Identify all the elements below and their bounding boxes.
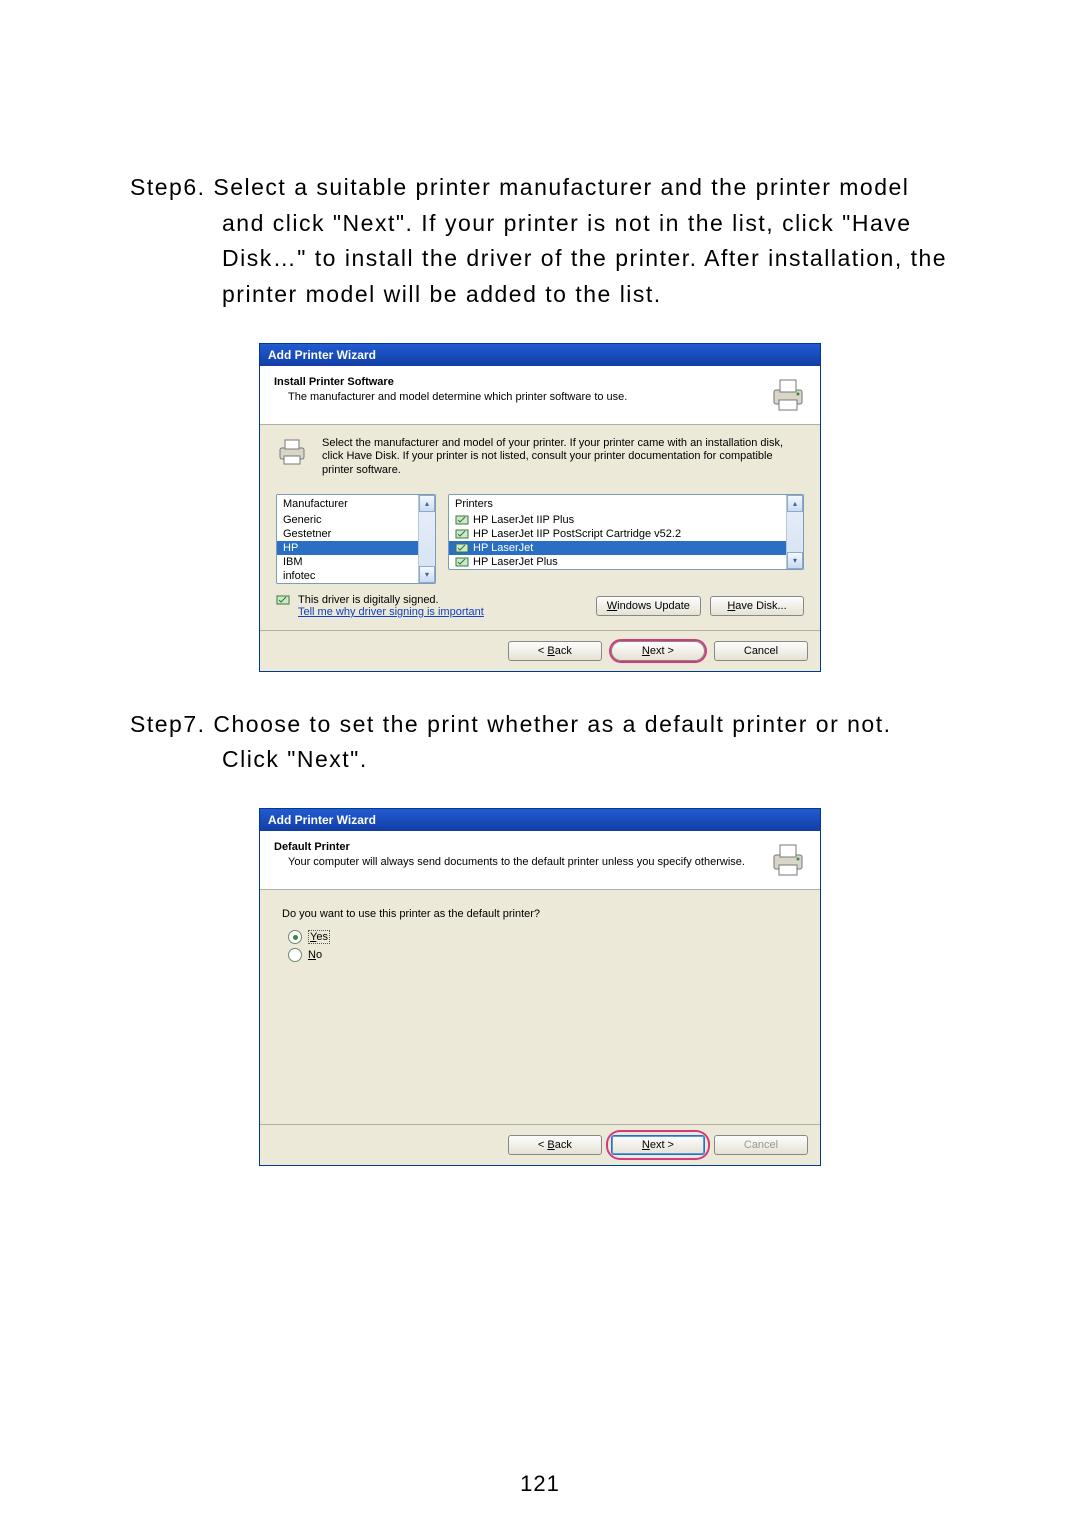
step7-text: Choose to set the print whether as a def…	[213, 711, 891, 773]
printer-icon	[768, 841, 808, 879]
scroll-up-icon[interactable]: ▴	[419, 495, 435, 512]
back-button[interactable]: < Back	[508, 1135, 602, 1155]
manufacturer-item[interactable]: IBM	[277, 555, 435, 569]
back-button[interactable]: < Back	[508, 641, 602, 661]
driver-signing-link[interactable]: Tell me why driver signing is important	[298, 606, 484, 618]
driver-icon	[455, 528, 469, 540]
scroll-up-icon[interactable]: ▴	[787, 495, 803, 512]
manufacturer-item[interactable]: Generic	[277, 513, 435, 527]
signed-icon	[276, 594, 290, 606]
wizard2-titlebar: Add Printer Wizard	[260, 809, 820, 831]
have-disk-button[interactable]: Have Disk...	[710, 596, 804, 616]
radio-icon	[288, 930, 302, 944]
manufacturer-item[interactable]: infotec	[277, 569, 435, 583]
manufacturer-listbox[interactable]: Manufacturer Generic Gestetner HP IBM in…	[276, 494, 436, 584]
scroll-down-icon[interactable]: ▾	[787, 552, 803, 569]
manufacturer-item[interactable]: Gestetner	[277, 527, 435, 541]
step7-instruction: Step7. Choose to set the print whether a…	[130, 707, 950, 778]
step6-text: Select a suitable printer manufacturer a…	[213, 174, 947, 307]
driver-signed-text: This driver is digitally signed.	[298, 594, 484, 606]
scrollbar[interactable]: ▴ ▾	[786, 495, 803, 569]
page-number: 121	[0, 1471, 1080, 1497]
radio-icon	[288, 948, 302, 962]
step6-instruction: Step6. Select a suitable printer manufac…	[130, 170, 950, 313]
scrollbar[interactable]: ▴ ▾	[418, 495, 435, 583]
printer-item[interactable]: HP LaserJet IIP Plus	[449, 513, 803, 527]
wizard-install-software: Add Printer Wizard Install Printer Softw…	[259, 343, 821, 672]
wizard1-message: Select the manufacturer and model of you…	[322, 437, 804, 478]
scroll-down-icon[interactable]: ▾	[419, 566, 435, 583]
manufacturer-item-selected[interactable]: HP	[277, 541, 435, 555]
wizard-default-printer: Add Printer Wizard Default Printer Your …	[259, 808, 821, 1166]
wizard1-titlebar: Add Printer Wizard	[260, 344, 820, 366]
printer-item[interactable]: HP LaserJet IIP PostScript Cartridge v52…	[449, 527, 803, 541]
printers-items: HP LaserJet IIP Plus HP LaserJet IIP Pos…	[449, 513, 803, 569]
radio-yes[interactable]: Yes	[288, 930, 804, 944]
manufacturer-header: Manufacturer	[277, 495, 435, 513]
next-button[interactable]: Next >	[611, 1135, 705, 1155]
cancel-button[interactable]: Cancel	[714, 1135, 808, 1155]
driver-icon	[455, 514, 469, 526]
printer-item-selected[interactable]: HP LaserJet	[449, 541, 803, 555]
radio-no[interactable]: No	[288, 948, 804, 962]
step7-label: Step7.	[130, 711, 206, 737]
step6-label: Step6.	[130, 174, 206, 200]
driver-icon	[455, 556, 469, 568]
wizard1-header-title: Install Printer Software	[274, 376, 758, 388]
wizard1-header: Install Printer Software The manufacture…	[260, 366, 820, 425]
next-button[interactable]: Next >	[611, 641, 705, 661]
cancel-button[interactable]: Cancel	[714, 641, 808, 661]
default-question: Do you want to use this printer as the d…	[282, 908, 804, 920]
wizard2-header-title: Default Printer	[274, 841, 758, 853]
printers-listbox[interactable]: Printers HP LaserJet IIP Plus HP LaserJe…	[448, 494, 804, 570]
windows-update-button[interactable]: Windows Update	[596, 596, 701, 616]
wizard1-header-subtitle: The manufacturer and model determine whi…	[274, 390, 758, 404]
printer-small-icon	[276, 437, 308, 470]
printer-icon	[768, 376, 808, 414]
printers-header: Printers	[449, 495, 803, 513]
printer-item[interactable]: HP LaserJet Plus	[449, 555, 803, 569]
driver-icon	[455, 542, 469, 554]
manufacturer-items: Generic Gestetner HP IBM infotec	[277, 513, 435, 583]
wizard2-header-subtitle: Your computer will always send documents…	[274, 855, 758, 869]
wizard2-header: Default Printer Your computer will alway…	[260, 831, 820, 890]
